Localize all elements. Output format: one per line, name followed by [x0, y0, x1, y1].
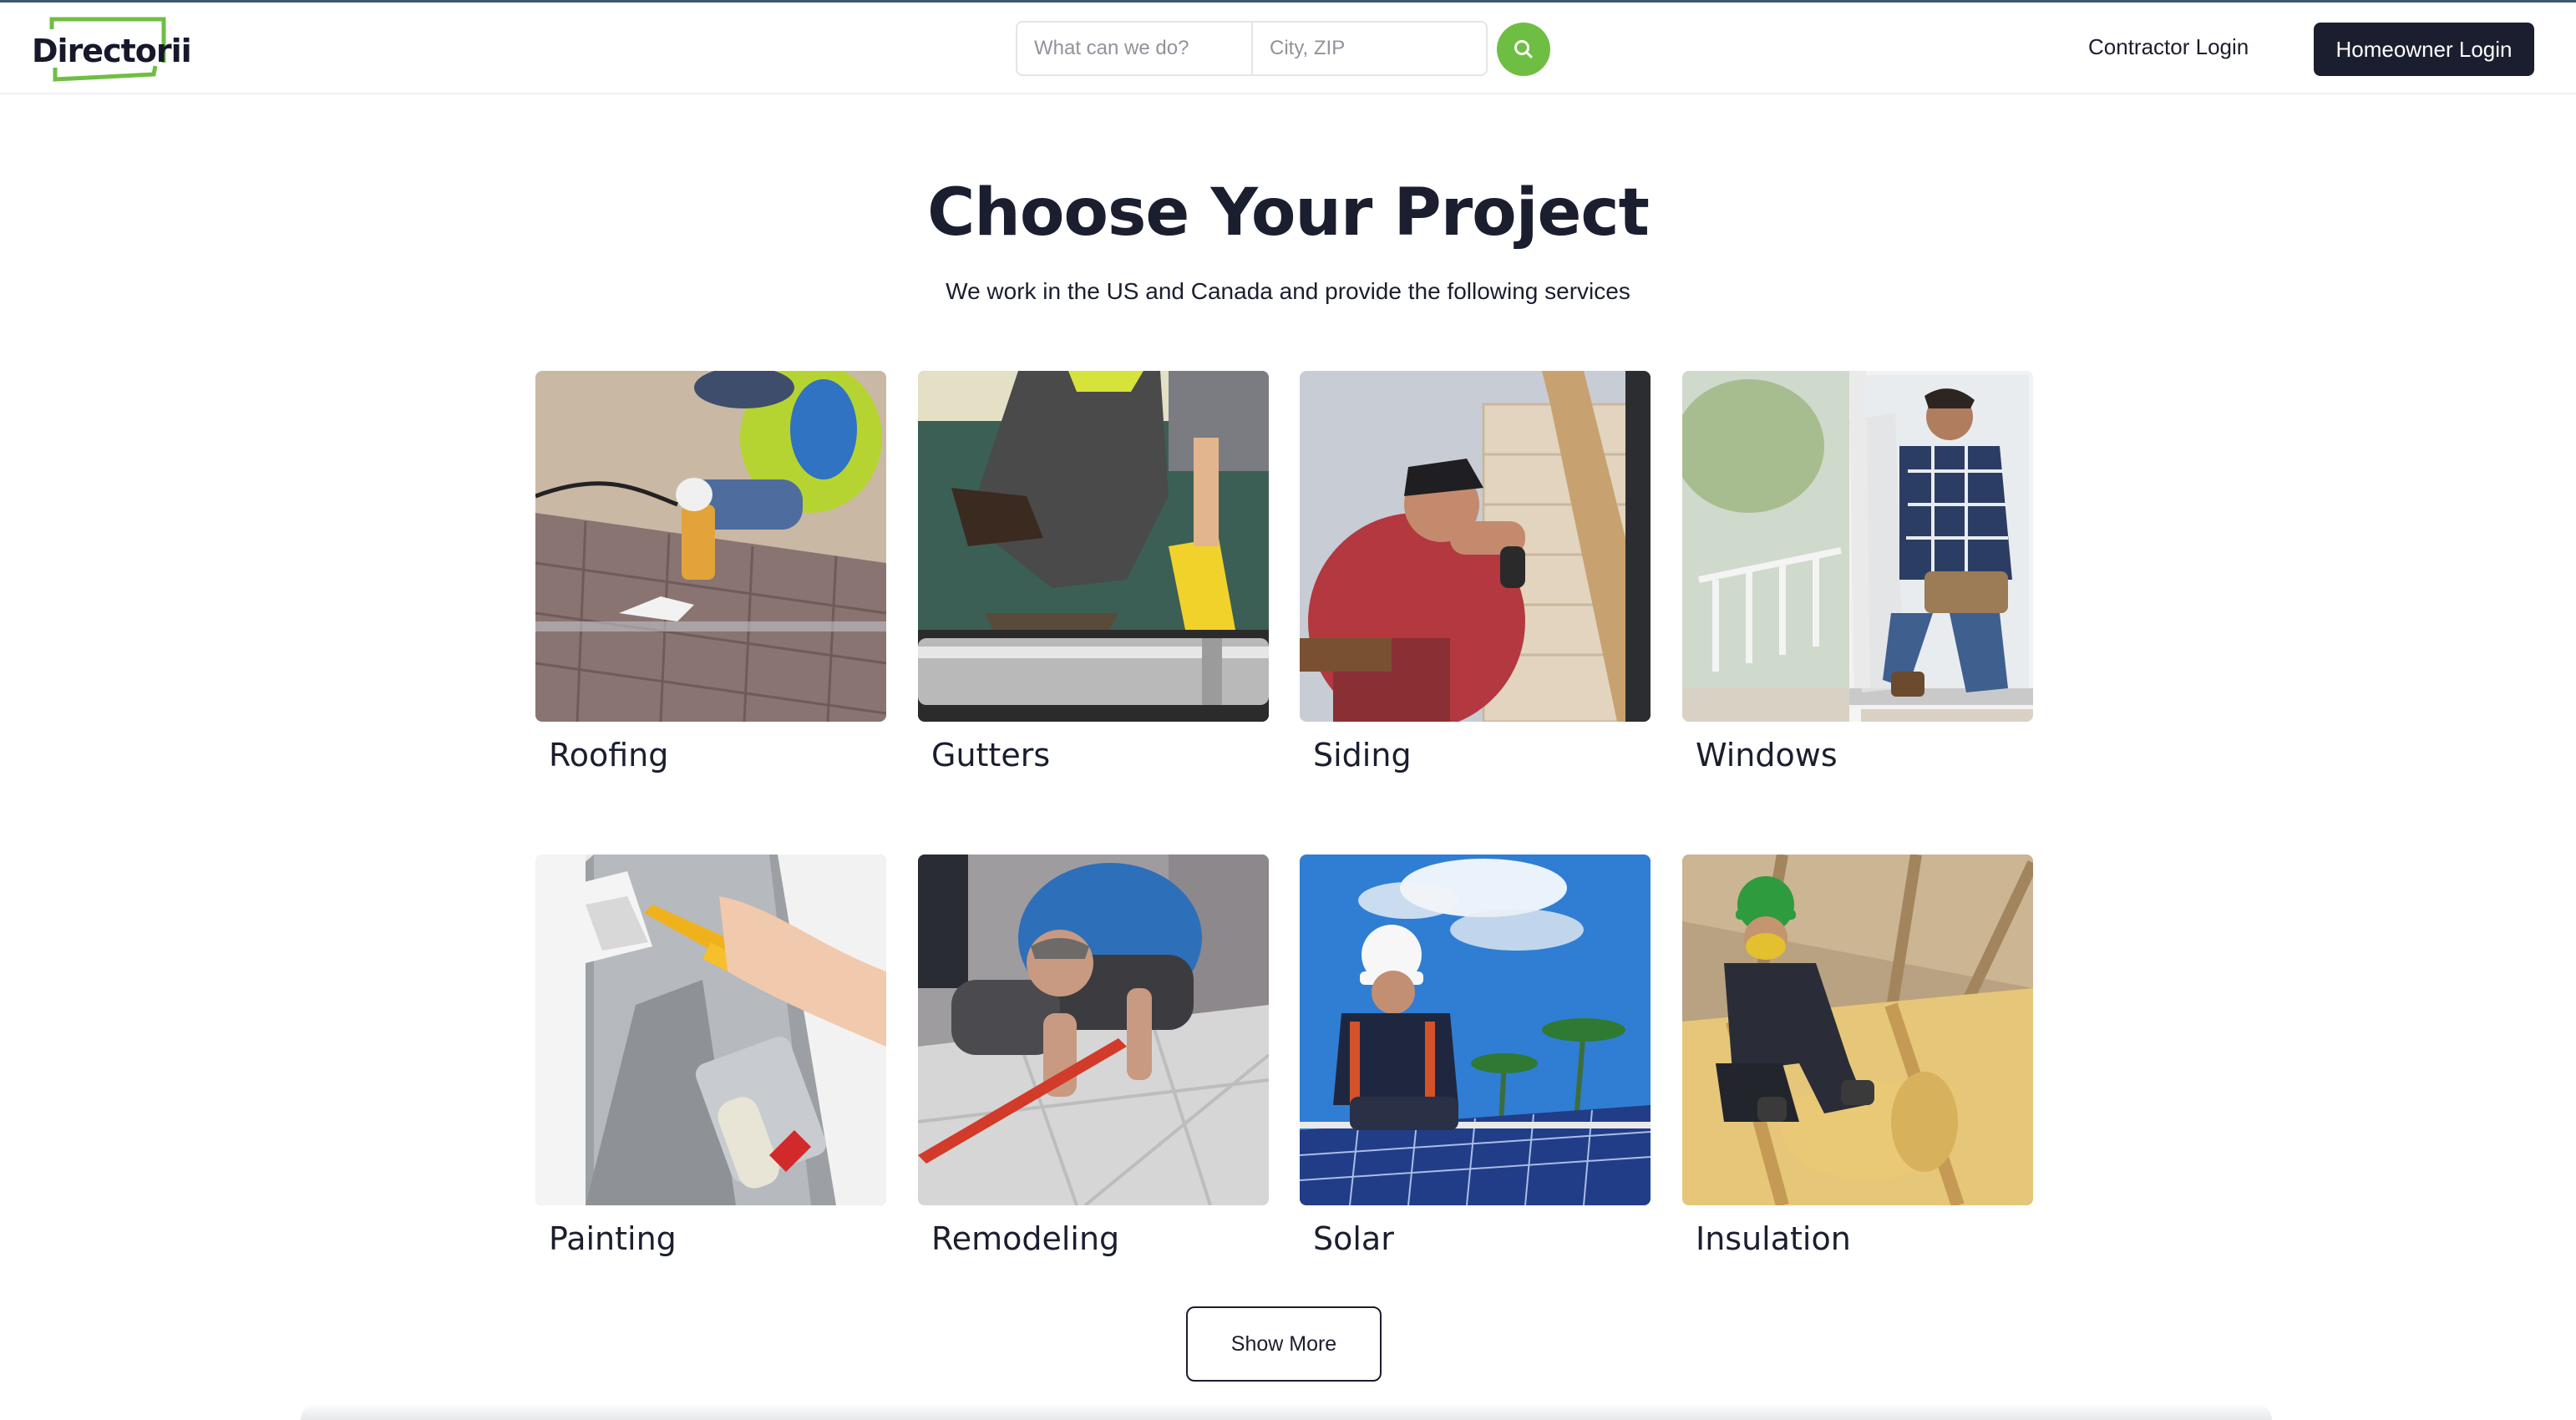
page-title: Choose Your Project	[927, 175, 1650, 251]
search-button[interactable]	[1497, 23, 1550, 76]
project-card-painting[interactable]: Painting	[535, 855, 886, 1257]
painting-image	[535, 855, 886, 1205]
project-card-roofing[interactable]: Roofing	[535, 371, 886, 773]
logo-text: Directorii	[32, 33, 192, 69]
search-bar	[1016, 21, 1488, 76]
service-search-field[interactable]	[1017, 23, 1253, 74]
site-header: Directorii Contractor Login Homeowner Lo…	[0, 3, 2576, 94]
directorii-logo[interactable]: Directorii	[30, 16, 192, 83]
project-card-windows[interactable]: Windows	[1682, 371, 2033, 773]
project-card-remodeling[interactable]: Remodeling	[918, 855, 1269, 1257]
project-label: Remodeling	[931, 1220, 1120, 1257]
roofing-image	[535, 371, 886, 722]
gutters-image	[918, 371, 1269, 722]
location-search-field[interactable]	[1253, 23, 1486, 74]
project-label: Gutters	[931, 737, 1051, 773]
project-label: Siding	[1313, 737, 1412, 773]
remodeling-image	[918, 855, 1269, 1205]
windows-image	[1682, 371, 2033, 722]
project-label: Insulation	[1696, 1220, 1851, 1257]
contractor-login-link[interactable]: Contractor Login	[2088, 34, 2249, 60]
search-icon	[1514, 40, 1533, 58]
project-label: Solar	[1313, 1220, 1394, 1257]
footer-edge	[301, 1403, 2272, 1420]
project-label: Roofing	[549, 737, 669, 773]
page-subtitle: We work in the US and Canada and provide…	[946, 278, 1630, 304]
project-label: Painting	[549, 1220, 677, 1257]
solar-image	[1300, 855, 1651, 1205]
siding-image	[1300, 371, 1651, 722]
project-card-siding[interactable]: Siding	[1300, 371, 1651, 773]
homeowner-login-button[interactable]: Homeowner Login	[2314, 23, 2534, 76]
project-card-solar[interactable]: Solar	[1300, 855, 1651, 1257]
project-card-gutters[interactable]: Gutters	[918, 371, 1269, 773]
project-card-insulation[interactable]: Insulation	[1682, 855, 2033, 1257]
show-more-button[interactable]: Show More	[1186, 1306, 1382, 1382]
insulation-image	[1682, 855, 2033, 1205]
project-label: Windows	[1696, 737, 1838, 773]
location-search-input[interactable]	[1270, 37, 1486, 60]
service-search-input[interactable]	[1034, 37, 1251, 60]
